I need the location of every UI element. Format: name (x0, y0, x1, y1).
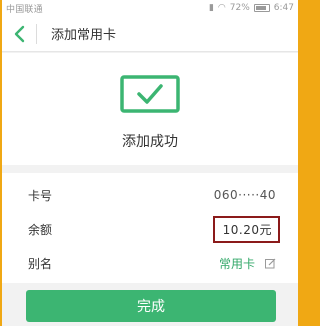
app-header: 添加常用卡 (2, 16, 298, 52)
battery-icon (253, 4, 270, 12)
balance-row: 余额 10.20元 (2, 211, 298, 247)
status-bar: 中国联通 ▮ ◠ 72% 6:47 (2, 0, 298, 16)
card-number-label: 卡号 (28, 188, 53, 203)
carrier-label: 中国联通 (6, 4, 43, 15)
chevron-left-icon (14, 25, 25, 42)
balance-label: 余额 (28, 222, 53, 237)
wifi-icon: ◠ (217, 2, 226, 13)
page-title: 添加常用卡 (51, 28, 117, 43)
app-frame: 中国联通 ▮ ◠ 72% 6:47 添加常用卡 添加成功 卡号 060·····… (2, 0, 298, 326)
alias-row: 别名 常用卡 (2, 245, 298, 281)
check-card-icon (120, 75, 180, 113)
battery-percent: 72% (229, 2, 250, 13)
header-divider (36, 23, 37, 44)
card-info-list: 卡号 060·····40 余额 10.20元 别名 常用卡 (2, 173, 298, 283)
signal-icon: ▮ (208, 2, 214, 13)
edit-icon (265, 258, 276, 268)
edit-alias-button[interactable] (265, 258, 276, 269)
card-number-value: 060·····40 (213, 188, 276, 202)
alias-value: 常用卡 (218, 256, 255, 271)
success-message: 添加成功 (122, 134, 178, 150)
status-indicators: ▮ ◠ 72% 6:47 (208, 2, 294, 13)
clock-time: 6:47 (273, 2, 294, 13)
card-number-row: 卡号 060·····40 (2, 177, 298, 213)
done-button[interactable]: 完成 (26, 290, 276, 322)
balance-value: 10.20元 (212, 215, 280, 243)
alias-group: 常用卡 (219, 255, 276, 272)
success-panel: 添加成功 (2, 53, 298, 165)
back-button[interactable] (2, 16, 36, 52)
alias-label: 别名 (28, 256, 53, 271)
